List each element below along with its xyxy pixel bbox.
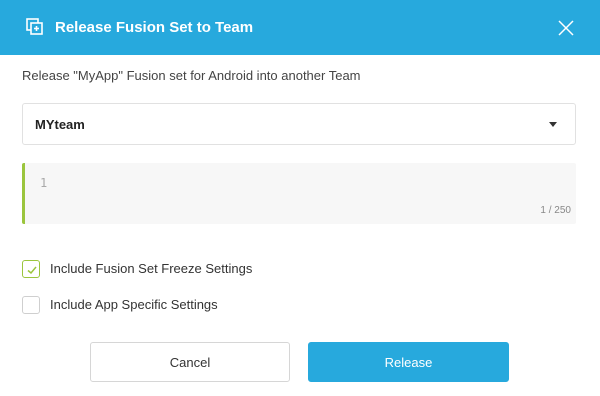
line-number: 1 — [40, 176, 48, 190]
caret-down-icon — [549, 122, 557, 127]
freeze-settings-checkbox[interactable] — [22, 260, 40, 278]
dialog-header: Release Fusion Set to Team — [0, 0, 600, 55]
team-select[interactable]: MYteam — [22, 103, 576, 145]
app-specific-settings-checkbox[interactable] — [22, 296, 40, 314]
close-icon[interactable] — [555, 17, 577, 39]
dialog-description: Release "MyApp" Fusion set for Android i… — [22, 68, 361, 83]
freeze-settings-label: Include Fusion Set Freeze Settings — [50, 261, 253, 276]
release-notes-editor[interactable]: 1 1 / 250 — [22, 163, 576, 224]
character-counter: 1 / 250 — [540, 205, 571, 216]
cancel-button[interactable]: Cancel — [90, 342, 290, 382]
team-select-value: MYteam — [35, 117, 85, 132]
dialog-title: Release Fusion Set to Team — [55, 19, 254, 36]
freeze-settings-option[interactable]: Include Fusion Set Freeze Settings — [22, 260, 262, 280]
release-copy-icon — [25, 17, 45, 37]
app-specific-settings-label: Include App Specific Settings — [50, 297, 218, 312]
checkmark-icon — [27, 266, 37, 275]
release-dialog: Release Fusion Set to Team Release "MyAp… — [0, 0, 600, 396]
release-button[interactable]: Release — [308, 342, 509, 382]
app-specific-settings-option[interactable]: Include App Specific Settings — [22, 296, 222, 316]
